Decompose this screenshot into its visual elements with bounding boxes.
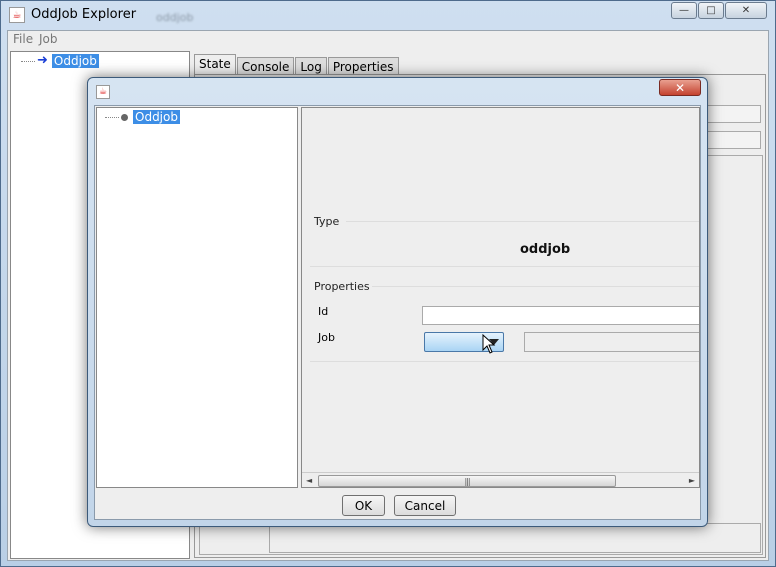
tree-connector [21, 60, 35, 62]
job-label: Job [318, 331, 335, 344]
type-section-label: Type [314, 215, 340, 228]
window-title: OddJob Explorer [31, 7, 137, 22]
mouse-cursor-icon [482, 334, 496, 354]
tree-node-label: Oddjob [51, 54, 99, 68]
arrow-right-icon: ➜ [37, 53, 48, 68]
tab-state[interactable]: State [194, 54, 236, 76]
dialog-tree[interactable]: Oddjob [96, 107, 298, 488]
menu-bar: File Job [8, 31, 768, 49]
dialog-close-button[interactable]: ✕ [659, 79, 701, 96]
window-controls: — □ ✕ [670, 2, 767, 19]
dialog-form-panel: Type oddjob Properties Id Job ◄ ||| ► [301, 107, 700, 488]
window-title-ghost: oddjob [156, 11, 194, 24]
scroll-left-icon[interactable]: ◄ [306, 476, 312, 485]
close-button[interactable]: ✕ [725, 2, 767, 19]
bottom-field-ghost [269, 523, 761, 553]
tree-connector [105, 116, 119, 118]
tree-node-oddjob[interactable]: ➜ Oddjob [21, 54, 99, 68]
dialog-tree-node-oddjob[interactable]: Oddjob [105, 110, 180, 124]
menu-job[interactable]: Job [39, 32, 58, 46]
ok-button[interactable]: OK [342, 495, 385, 516]
dialog-tree-node-label: Oddjob [133, 110, 180, 124]
properties-section-label: Properties [314, 280, 370, 293]
properties-section-divider [372, 286, 699, 287]
scroll-right-icon[interactable]: ► [689, 476, 695, 485]
grip-icon: ||| [464, 476, 470, 486]
job-value-field[interactable] [524, 332, 699, 352]
type-section-divider [346, 221, 699, 222]
id-input[interactable] [422, 306, 699, 325]
horizontal-scrollbar[interactable]: ◄ ||| ► [302, 472, 699, 487]
tab-strip: State Console Log Properties [194, 54, 400, 76]
dialog-client-area: Oddjob Type oddjob Properties Id Job ◄ |… [94, 105, 701, 520]
menu-file[interactable]: File [13, 32, 33, 46]
scroll-thumb[interactable]: ||| [318, 475, 616, 487]
designer-dialog: ☕ ✕ Oddjob Type oddjob Properties Id Job [87, 77, 708, 527]
type-value: oddjob [520, 242, 571, 257]
id-label: Id [318, 305, 329, 318]
cancel-button[interactable]: Cancel [394, 495, 456, 516]
main-titlebar[interactable]: ☕ OddJob Explorer oddjob — □ ✕ [1, 1, 775, 30]
type-section-bottom [310, 266, 699, 267]
properties-section-bottom [310, 361, 699, 362]
maximize-button[interactable]: □ [698, 2, 724, 19]
minimize-button[interactable]: — [671, 2, 697, 19]
java-app-icon: ☕ [9, 7, 25, 23]
java-app-icon: ☕ [96, 85, 110, 99]
node-dot-icon [121, 113, 128, 121]
